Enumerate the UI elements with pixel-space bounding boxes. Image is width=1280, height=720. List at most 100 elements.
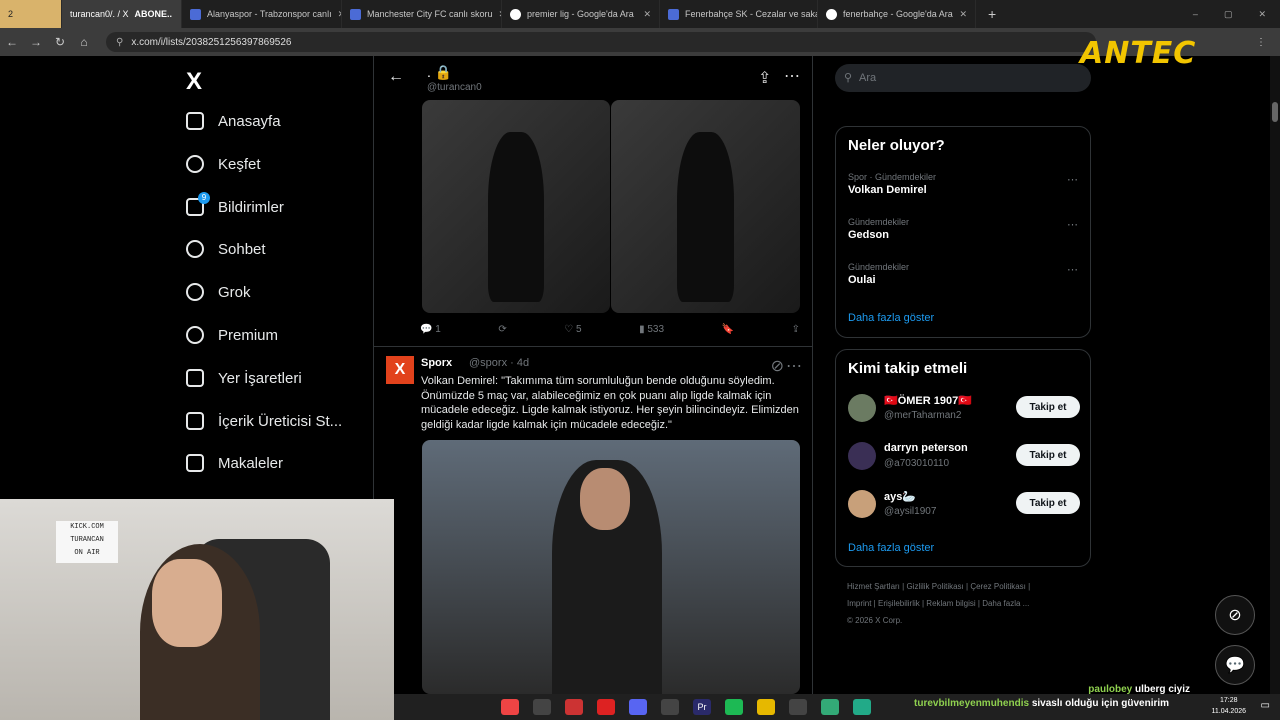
sidebar-item-home[interactable]: Anasayfa bbox=[186, 112, 281, 130]
tab-stream[interactable]: 2 bbox=[0, 0, 62, 28]
more-icon[interactable]: ⋯ bbox=[1067, 218, 1078, 231]
footer-link[interactable]: Reklam bilgisi bbox=[926, 599, 975, 608]
scrollbar[interactable] bbox=[1270, 56, 1280, 720]
back-arrow-icon[interactable]: ← bbox=[388, 68, 404, 86]
scrollbar-thumb[interactable] bbox=[1272, 102, 1278, 122]
app-icon[interactable] bbox=[661, 699, 679, 715]
close-icon[interactable]: ✕ bbox=[643, 9, 651, 20]
site-info-icon[interactable]: ⚲ bbox=[116, 37, 123, 48]
footer-link[interactable]: Hizmet Şartları bbox=[847, 582, 900, 591]
premiere-icon[interactable]: Pr bbox=[693, 699, 711, 715]
chrome-icon[interactable] bbox=[821, 699, 839, 715]
app-icon[interactable] bbox=[533, 699, 551, 715]
more-icon[interactable]: ⋯ bbox=[786, 356, 802, 376]
follow-suggestion[interactable]: ays🦢 @aysil1907 Takip et bbox=[848, 488, 1080, 524]
messages-fab-icon[interactable]: 💬 bbox=[1215, 645, 1255, 685]
sidebar-item-grok[interactable]: Grok bbox=[186, 283, 251, 301]
follow-suggestion[interactable]: 🇹🇷ÖMER 1907🇹🇷 @merTaharman2 Takip et bbox=[848, 392, 1080, 428]
post-image[interactable] bbox=[422, 440, 800, 694]
obs-icon[interactable] bbox=[565, 699, 583, 715]
tab-fenerbahce-search[interactable]: fenerbahçe - Google'da Ara ✕ bbox=[818, 0, 976, 28]
system-clock[interactable]: 17:28 11.04.2026 bbox=[1211, 695, 1246, 717]
sidebar-item-explore[interactable]: Keşfet bbox=[186, 155, 261, 173]
url-field[interactable]: ⚲ x.com/i/lists/2038251256397869526 bbox=[106, 32, 1096, 52]
tab-fenerbahce-sk[interactable]: Fenerbahçe SK - Cezalar ve sakatlıklar ✕ bbox=[660, 0, 818, 28]
share-icon[interactable]: ⇪ bbox=[792, 324, 800, 335]
like-button[interactable]: ♡ 5 bbox=[564, 324, 581, 335]
rocket-icon bbox=[186, 412, 204, 430]
footer-link[interactable]: Erişilebilirlik bbox=[878, 599, 920, 608]
article-icon bbox=[186, 454, 204, 472]
avatar[interactable] bbox=[848, 490, 876, 518]
extensions-icon[interactable]: ⋮ bbox=[1256, 37, 1266, 48]
reload-icon[interactable]: ↻ bbox=[48, 35, 72, 49]
app-icon[interactable] bbox=[597, 699, 615, 715]
tab-label: turancan0/. / X bbox=[70, 9, 129, 19]
sidebar-item-premium[interactable]: Premium bbox=[186, 326, 278, 344]
chrome-icon[interactable] bbox=[501, 699, 519, 715]
more-icon[interactable]: ⋯ bbox=[1067, 173, 1078, 186]
search-icon bbox=[186, 155, 204, 173]
share-icon[interactable]: ⇪ bbox=[758, 68, 771, 88]
back-icon[interactable]: ← bbox=[0, 35, 24, 49]
app-icon[interactable] bbox=[853, 699, 871, 715]
tab-alanyaspor[interactable]: Alanyaspor - Trabzonspor canlı ✕ bbox=[182, 0, 342, 28]
sidebar-item-label: Sohbet bbox=[218, 240, 266, 258]
notifications-icon[interactable]: ▭ bbox=[1261, 700, 1270, 711]
footer-link[interactable]: Daha fazla ... bbox=[982, 599, 1029, 608]
tab-premier-lig[interactable]: premier lig - Google'da Ara ✕ bbox=[502, 0, 660, 28]
more-icon[interactable]: ⋯ bbox=[1067, 263, 1078, 276]
verified-icon bbox=[186, 326, 204, 344]
home-icon[interactable]: ⌂ bbox=[72, 35, 96, 49]
sidebar-item-bookmarks[interactable]: Yer İşaretleri bbox=[186, 369, 302, 387]
post-image-left[interactable] bbox=[422, 100, 610, 313]
follow-suggestion[interactable]: darryn peterson @a703010110 Takip et bbox=[848, 440, 1080, 476]
new-tab-button[interactable]: + bbox=[976, 6, 1008, 22]
author-meta: @sporx · 4d bbox=[469, 357, 530, 369]
avatar[interactable] bbox=[848, 442, 876, 470]
trend-item[interactable]: Gündemdekiler Gedson bbox=[848, 217, 909, 241]
close-icon[interactable]: ✕ bbox=[959, 9, 967, 20]
follow-handle: @merTaharman2 bbox=[884, 410, 962, 421]
sidebar-item-notifications[interactable]: 9 Bildirimler bbox=[186, 192, 284, 216]
trend-item[interactable]: Spor · Gündemdekiler Volkan Demirel bbox=[848, 172, 936, 196]
trend-item[interactable]: Gündemdekiler Oulai bbox=[848, 262, 909, 286]
avatar[interactable] bbox=[848, 394, 876, 422]
sidebar-item-creator-studio[interactable]: İçerik Üreticisi St... bbox=[186, 412, 342, 430]
forward-icon[interactable]: → bbox=[24, 35, 48, 49]
x-logo-icon[interactable]: X bbox=[186, 68, 202, 96]
views-button[interactable]: ▮ 533 bbox=[639, 324, 664, 335]
sidebar-item-chat[interactable]: Sohbet bbox=[186, 240, 266, 258]
tab-x-list[interactable]: turancan0/. / X ABONE.. bbox=[62, 0, 182, 28]
show-more-link[interactable]: Daha fazla göster bbox=[848, 542, 934, 554]
trends-title: Neler oluyor? bbox=[848, 137, 945, 154]
author-name[interactable]: Sporx bbox=[421, 357, 452, 369]
spotify-icon[interactable] bbox=[725, 699, 743, 715]
grok-icon[interactable]: ⊘ bbox=[771, 356, 784, 376]
folder-icon[interactable] bbox=[757, 699, 775, 715]
avatar[interactable]: X bbox=[386, 356, 414, 384]
reply-button[interactable]: 💬 1 bbox=[420, 324, 441, 335]
footer-link[interactable]: Gizlilik Politikası bbox=[906, 582, 963, 591]
close-window-icon[interactable]: ✕ bbox=[1258, 9, 1266, 20]
more-icon[interactable]: ⋯ bbox=[784, 66, 800, 86]
footer-link[interactable]: Imprint bbox=[847, 599, 871, 608]
follow-button[interactable]: Takip et bbox=[1016, 444, 1080, 466]
repost-button[interactable]: ⟳ bbox=[498, 324, 506, 335]
tab-manchester-city[interactable]: Manchester City FC canlı skoru ✕ bbox=[342, 0, 502, 28]
search-input[interactable]: ⚲ Ara bbox=[835, 64, 1091, 92]
app-icon[interactable] bbox=[789, 699, 807, 715]
follow-button[interactable]: Takip et bbox=[1016, 492, 1080, 514]
tab-label: Alanyaspor - Trabzonspor canlı bbox=[207, 9, 332, 19]
minimize-icon[interactable]: – bbox=[1193, 9, 1198, 20]
bookmark-icon[interactable]: 🔖 bbox=[722, 324, 734, 335]
notification-badge: 9 bbox=[198, 192, 210, 204]
footer-link[interactable]: Çerez Politikası bbox=[970, 582, 1026, 591]
discord-icon[interactable] bbox=[629, 699, 647, 715]
sidebar-item-articles[interactable]: Makaleler bbox=[186, 454, 283, 472]
maximize-icon[interactable]: ▢ bbox=[1224, 9, 1233, 20]
grok-fab-icon[interactable]: ⊘ bbox=[1215, 595, 1255, 635]
follow-button[interactable]: Takip et bbox=[1016, 396, 1080, 418]
show-more-link[interactable]: Daha fazla göster bbox=[848, 312, 934, 324]
post-image-right[interactable] bbox=[611, 100, 800, 313]
